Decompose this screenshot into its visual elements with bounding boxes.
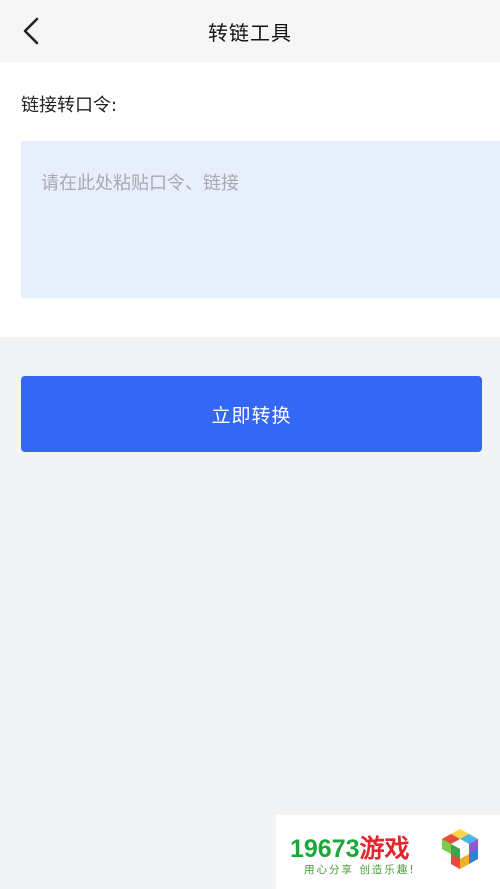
watermark-name: 游戏 xyxy=(359,835,410,863)
paste-input[interactable] xyxy=(21,141,500,298)
watermark-logo: 19673游戏 用心分享 创造乐趣! xyxy=(276,815,500,889)
top-bar: 转链工具 xyxy=(0,0,500,62)
form-card: 链接转口令: xyxy=(0,62,500,337)
colorful-cube-icon xyxy=(442,829,478,869)
convert-button[interactable]: 立即转换 xyxy=(21,376,482,452)
link-to-code-label: 链接转口令: xyxy=(21,95,118,116)
watermark-brand: 19673游戏 xyxy=(290,829,410,865)
watermark-slogan: 用心分享 创造乐趣! xyxy=(304,864,416,876)
page-title: 转链工具 xyxy=(208,21,292,45)
watermark-number: 19673 xyxy=(290,835,360,863)
